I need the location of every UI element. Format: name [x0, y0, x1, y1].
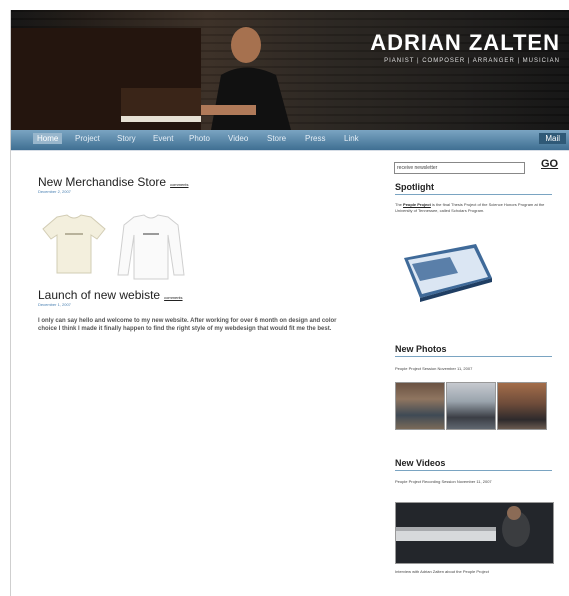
new-photos-heading: New Photos — [395, 344, 552, 357]
photo-thumbnail[interactable] — [446, 382, 496, 430]
post-title[interactable]: Launch of new webiste comments — [38, 288, 183, 302]
comments-link[interactable]: comments — [164, 295, 182, 300]
nav-event[interactable]: Event — [153, 134, 173, 143]
tshirt-white-longsleeve-image[interactable] — [116, 213, 186, 288]
nav-mail[interactable]: Mail — [539, 133, 566, 144]
new-videos-heading: New Videos — [395, 458, 552, 471]
newsletter-go-button[interactable]: GO — [541, 158, 558, 170]
post-title[interactable]: New Merchandise Store comments — [38, 175, 189, 189]
nav-store[interactable]: Store — [267, 134, 286, 143]
site-title: ADRIAN ZALTEN — [370, 30, 560, 55]
site-header: ADRIAN ZALTEN PIANIST | COMPOSER | ARRAN… — [11, 10, 569, 130]
nav-link[interactable]: Link — [344, 134, 359, 143]
post-title-text[interactable]: New Merchandise Store — [38, 175, 166, 189]
dvd-cover-image[interactable] — [398, 240, 496, 307]
video-thumbnail[interactable] — [395, 502, 554, 564]
nav-photo[interactable]: Photo — [189, 134, 210, 143]
spotlight-text: The People Project is the final Thesis P… — [395, 202, 545, 213]
pianist-photo — [201, 20, 311, 130]
comments-link[interactable]: comments — [170, 182, 188, 187]
new-videos-caption: People Project Recording Session Novembe… — [395, 479, 492, 484]
piano-image — [11, 28, 201, 130]
post-body: I only can say hello and welcome to my n… — [38, 318, 337, 332]
tshirt-cream-image[interactable] — [41, 213, 107, 280]
people-project-link[interactable]: People Project — [403, 202, 431, 207]
nav-press[interactable]: Press — [305, 134, 325, 143]
photo-thumbnail[interactable] — [497, 382, 547, 430]
video-footer-caption: Interview with Adrian Zalten about the P… — [395, 569, 489, 574]
browser-page: ADRIAN ZALTEN PIANIST | COMPOSER | ARRAN… — [10, 10, 569, 596]
nav-project[interactable]: Project — [75, 134, 100, 143]
post-date: December 2, 2007 — [38, 189, 71, 194]
nav-story[interactable]: Story — [117, 134, 136, 143]
newsletter-input[interactable] — [394, 162, 525, 174]
spotlight-heading: Spotlight — [395, 182, 552, 195]
nav-video[interactable]: Video — [228, 134, 248, 143]
new-photos-caption: People Project Session November 11, 2007 — [395, 366, 473, 371]
post-title-text[interactable]: Launch of new webiste — [38, 288, 160, 302]
nav-home[interactable]: Home — [33, 133, 63, 144]
main-nav: Home Project Story Event Photo Video Sto… — [11, 130, 569, 151]
site-tagline: PIANIST | COMPOSER | ARRANGER | MUSICIAN — [384, 58, 560, 64]
photo-thumbnail[interactable] — [395, 382, 445, 430]
post-date: December 1, 2007 — [38, 302, 71, 307]
site-brand: ADRIAN ZALTEN PIANIST | COMPOSER | ARRAN… — [370, 30, 560, 64]
